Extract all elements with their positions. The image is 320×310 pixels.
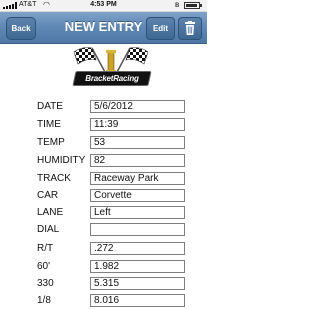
- form-row-time: TIME 11:39: [37, 118, 187, 132]
- trash-icon: [185, 21, 195, 35]
- bluetooth-icon: ʙ: [175, 0, 180, 9]
- form-row-date: DATE 5/6/2012: [37, 100, 187, 114]
- navigation-bar: Back NEW ENTRY Edit: [0, 12, 207, 44]
- car-field[interactable]: Corvette: [90, 189, 185, 202]
- field-label: CAR: [37, 190, 59, 201]
- form-row-60ft: 60' 1.982: [37, 260, 187, 274]
- battery-icon: [184, 2, 202, 9]
- form-row-track: TRACK Raceway Park: [37, 172, 187, 186]
- form-row-dial: DIAL: [37, 223, 187, 237]
- page-title: NEW ENTRY: [64, 19, 143, 34]
- field-label: DIAL: [37, 224, 60, 235]
- logo-text: BracketRacing: [85, 74, 139, 83]
- field-label: LANE: [37, 207, 64, 218]
- field-label: R/T: [37, 243, 54, 254]
- temp-field[interactable]: 53: [90, 136, 185, 149]
- form-row-330: 330 5.315: [37, 277, 187, 291]
- field-label: TEMP: [37, 137, 65, 148]
- lane-field[interactable]: Left: [90, 206, 185, 219]
- field-label: 330: [37, 278, 54, 289]
- form-row-reaction-time: R/T .272: [37, 242, 187, 256]
- field-label: 60': [37, 261, 51, 272]
- field-label: TRACK: [37, 173, 71, 184]
- reaction-time-field[interactable]: .272: [90, 242, 185, 255]
- field-label: DATE: [37, 101, 63, 112]
- humidity-field[interactable]: 82: [90, 154, 185, 167]
- status-bar: AT&T ◠ 4:53 PM ʙ: [0, 0, 207, 12]
- form-row-lane: LANE Left: [37, 206, 187, 220]
- delete-button[interactable]: [178, 17, 202, 40]
- form-row-temp: TEMP 53: [37, 136, 187, 150]
- bracket-racing-logo: BracketRacing: [70, 46, 152, 90]
- dial-field[interactable]: [90, 223, 185, 236]
- time-field[interactable]: 11:39: [90, 118, 185, 131]
- form-row-humidity: HUMIDITY 82: [37, 154, 187, 168]
- field-label: 1/8: [37, 295, 51, 306]
- eighth-mile-field[interactable]: 8.016: [90, 294, 185, 307]
- sixty-foot-field[interactable]: 1.982: [90, 260, 185, 273]
- edit-button[interactable]: Edit: [146, 17, 175, 40]
- form-row-eighth-mile: 1/8 8.016: [37, 294, 187, 308]
- date-field[interactable]: 5/6/2012: [90, 100, 185, 113]
- field-label: TIME: [37, 119, 61, 130]
- field-label: HUMIDITY: [37, 155, 86, 166]
- form-row-car: CAR Corvette: [37, 189, 187, 203]
- three-thirty-field[interactable]: 5.315: [90, 277, 185, 290]
- track-field[interactable]: Raceway Park: [90, 172, 185, 185]
